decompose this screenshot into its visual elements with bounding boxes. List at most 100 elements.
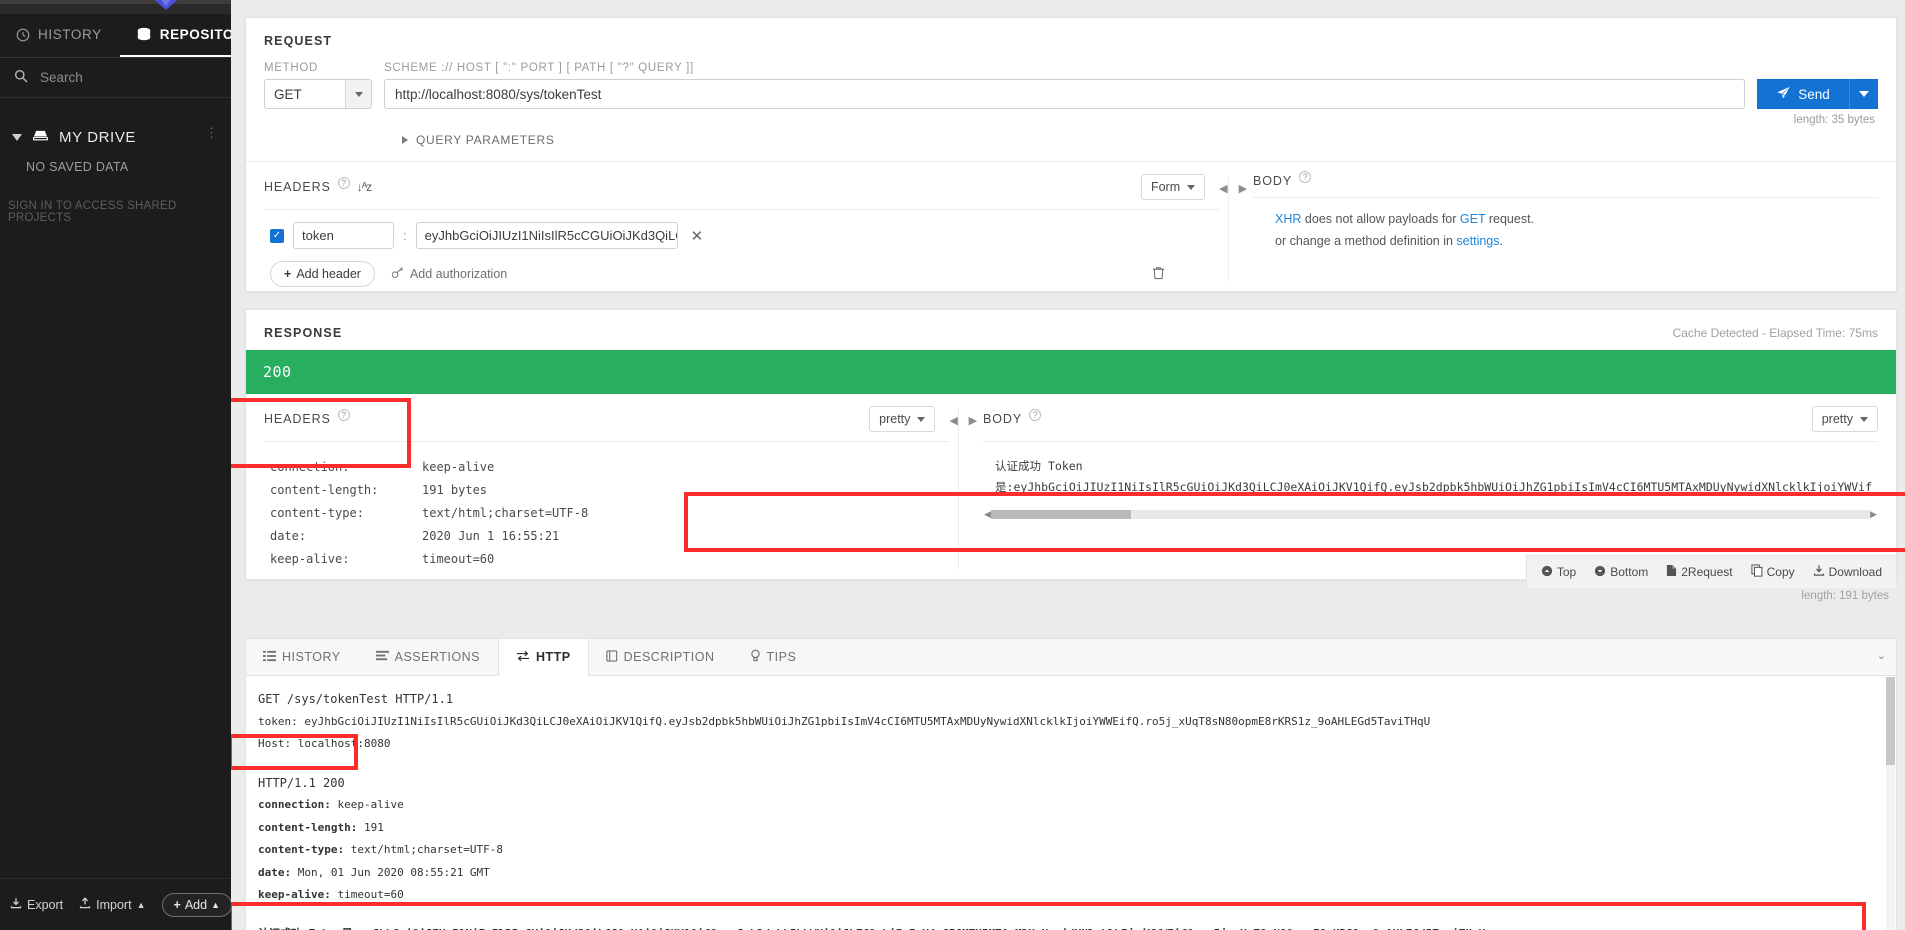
sidebar-search-row[interactable] — [0, 58, 231, 98]
copy-button[interactable]: Copy — [1751, 564, 1795, 580]
xhr-link[interactable]: XHR — [1275, 212, 1301, 226]
method-field: METHOD GET — [264, 62, 372, 109]
header-value: keep-alive — [330, 798, 404, 811]
collapse-left-icon[interactable]: ◀ — [949, 414, 957, 427]
cache-detected-note: Cache Detected - Elapsed Time: 75ms — [1672, 326, 1878, 340]
export-label: Export — [27, 897, 64, 912]
import-button[interactable]: Import ▲ — [79, 897, 146, 912]
response-body-pane: BODY ? pretty 认证成功 Token 是:eyJhbGciOiJIU… — [977, 394, 1896, 579]
chevron-down-icon — [1187, 184, 1196, 190]
bottom-panel-vscrollbar[interactable] — [1886, 677, 1895, 930]
request-body-pane: BODY ? XHR does not allow payloads for G… — [1247, 162, 1896, 291]
import-label: Import — [96, 897, 132, 912]
sidebar-tabs: HISTORY REPOSITORY — [0, 14, 272, 58]
tab-assertions[interactable]: ASSERTIONS — [359, 639, 498, 675]
drive-more-icon[interactable]: ⋮ — [205, 126, 218, 139]
http-response-header-line: date: Mon, 01 Jun 2020 08:55:21 GMT — [252, 862, 1896, 885]
request-headers-pane: HEADERS ? ↓ᴬz Form ✓ token : eyJhbGciOiJ… — [246, 162, 1220, 291]
exchange-icon — [516, 650, 530, 665]
scroll-thumb[interactable] — [991, 510, 1132, 519]
url-input[interactable]: http://localhost:8080/sys/tokenTest — [384, 79, 1745, 109]
query-parameters-toggle[interactable]: QUERY PARAMETERS — [402, 133, 1878, 147]
tab-assertions-label: ASSERTIONS — [394, 650, 480, 664]
add-authorization-label: Add authorization — [409, 267, 508, 281]
response-status-code: 200 — [263, 363, 292, 381]
help-icon[interactable]: ? — [337, 177, 350, 189]
send-button[interactable]: Send — [1757, 79, 1849, 109]
tab-http[interactable]: HTTP — [497, 639, 589, 676]
download-label: Download — [1828, 565, 1882, 579]
http-request-token-line: token: eyJhbGciOiJIUzI1NiIsIlR5cGUiOiJKd… — [258, 714, 1431, 728]
request-copy-button[interactable]: 2Request — [1666, 564, 1733, 580]
settings-link[interactable]: settings — [1456, 234, 1499, 248]
http-request-line: GET /sys/tokenTest HTTP/1.1 — [258, 692, 454, 706]
help-icon[interactable]: ? — [337, 409, 350, 421]
search-icon — [14, 69, 28, 86]
copy-label: Copy — [1766, 565, 1795, 579]
http-response-header-line: keep-alive: timeout=60 — [252, 884, 1896, 907]
header-key: date: — [258, 865, 292, 879]
header-enabled-checkbox[interactable]: ✓ — [270, 228, 284, 243]
get-link[interactable]: GET — [1460, 212, 1485, 226]
help-icon[interactable]: ? — [1029, 409, 1042, 421]
collapse-right-icon[interactable]: ▶ — [1239, 182, 1247, 195]
table-row: keep-alive: timeout=60 — [270, 548, 949, 571]
add-authorization-button[interactable]: Add authorization — [391, 266, 507, 282]
scroll-thumb[interactable] — [1886, 677, 1895, 765]
help-icon[interactable]: ? — [1299, 171, 1312, 183]
response-body-line-1: 认证成功 Token — [995, 459, 1083, 473]
scroll-right-icon[interactable]: ▶ — [1870, 509, 1877, 520]
method-select[interactable]: GET — [264, 79, 372, 109]
header-row: ✓ token : eyJhbGciOiJIUzI1NiIsIlR5cCGUiO… — [264, 210, 1219, 249]
sidebar-tab-history[interactable]: HISTORY — [0, 14, 120, 57]
chevron-down-icon[interactable] — [12, 133, 22, 141]
response-body-view-mode-select[interactable]: pretty — [1811, 406, 1878, 432]
export-button[interactable]: Export — [10, 897, 63, 912]
send-label: Send — [1798, 86, 1830, 102]
scroll-bottom-button[interactable]: Bottom — [1594, 565, 1648, 580]
add-button[interactable]: + Add ▲ — [161, 892, 232, 917]
send-options-toggle[interactable] — [1849, 79, 1878, 109]
sidebar-footer: Export Import ▲ + Add ▲ — [0, 878, 232, 930]
method-dropdown-toggle[interactable] — [345, 80, 371, 108]
headers-view-mode-select[interactable]: Form — [1140, 174, 1206, 200]
response-pane-expand-arrows: ▶ — [959, 394, 977, 579]
sidebar-drive-row[interactable]: MY DRIVE ⋮ — [0, 118, 231, 156]
download-button[interactable]: Download — [1813, 564, 1882, 580]
headers-pane-header: HEADERS ? ↓ᴬz Form — [264, 174, 1220, 210]
http-status-line: HTTP/1.1 200 — [258, 775, 345, 790]
body-pane-header: BODY ? — [1253, 171, 1878, 198]
drive-icon — [31, 128, 50, 147]
sort-az-icon[interactable]: ↓ᴬz — [357, 180, 372, 194]
headers-view-mode-value: Form — [1150, 180, 1181, 194]
header-key: content-length: — [270, 483, 379, 497]
tab-tips[interactable]: TIPS — [733, 639, 815, 675]
response-body-view-mode-value: pretty — [1821, 412, 1853, 426]
response-split: HEADERS ? pretty connection: keep-alive — [246, 394, 1896, 579]
header-value-input[interactable]: eyJhbGciOiJIUzI1NiIsIlR5cCGUiOiJKd3QiLCJ… — [415, 222, 678, 249]
body-note-line-2: or change a method definition in setting… — [1275, 231, 1878, 251]
tab-description-label: DESCRIPTION — [623, 650, 715, 664]
delete-all-headers-icon[interactable] — [1152, 266, 1219, 283]
scroll-bottom-label: Bottom — [1610, 565, 1649, 579]
collapse-right-icon[interactable]: ▶ — [969, 414, 977, 427]
header-key-input[interactable]: token — [293, 222, 394, 249]
scroll-left-icon[interactable]: ◀ — [984, 509, 991, 520]
method-label: METHOD — [264, 62, 319, 74]
export-icon — [10, 897, 22, 912]
collapse-left-icon[interactable]: ◀ — [1219, 182, 1227, 195]
response-headers-view-mode-select[interactable]: pretty — [869, 406, 936, 432]
body-note-text-2: or change a method definition in — [1275, 234, 1457, 248]
tab-history[interactable]: HISTORY — [246, 639, 359, 675]
response-body-hscrollbar[interactable]: ◀ ▶ — [984, 509, 1877, 519]
tab-description[interactable]: DESCRIPTION — [589, 639, 733, 675]
search-input[interactable] — [38, 69, 198, 86]
sign-in-shared-projects-label[interactable]: SIGN IN TO ACCESS SHARED PROJECTS — [0, 174, 231, 224]
header-key: content-type: — [258, 843, 345, 856]
remove-header-icon[interactable]: ✕ — [687, 227, 708, 245]
add-header-button[interactable]: + Add header — [270, 261, 375, 287]
bottom-panel-collapse-icon[interactable]: ⌄ — [1877, 649, 1886, 662]
scroll-top-button[interactable]: Top — [1541, 565, 1576, 580]
body-note-text-1-end: request. — [1485, 212, 1535, 226]
